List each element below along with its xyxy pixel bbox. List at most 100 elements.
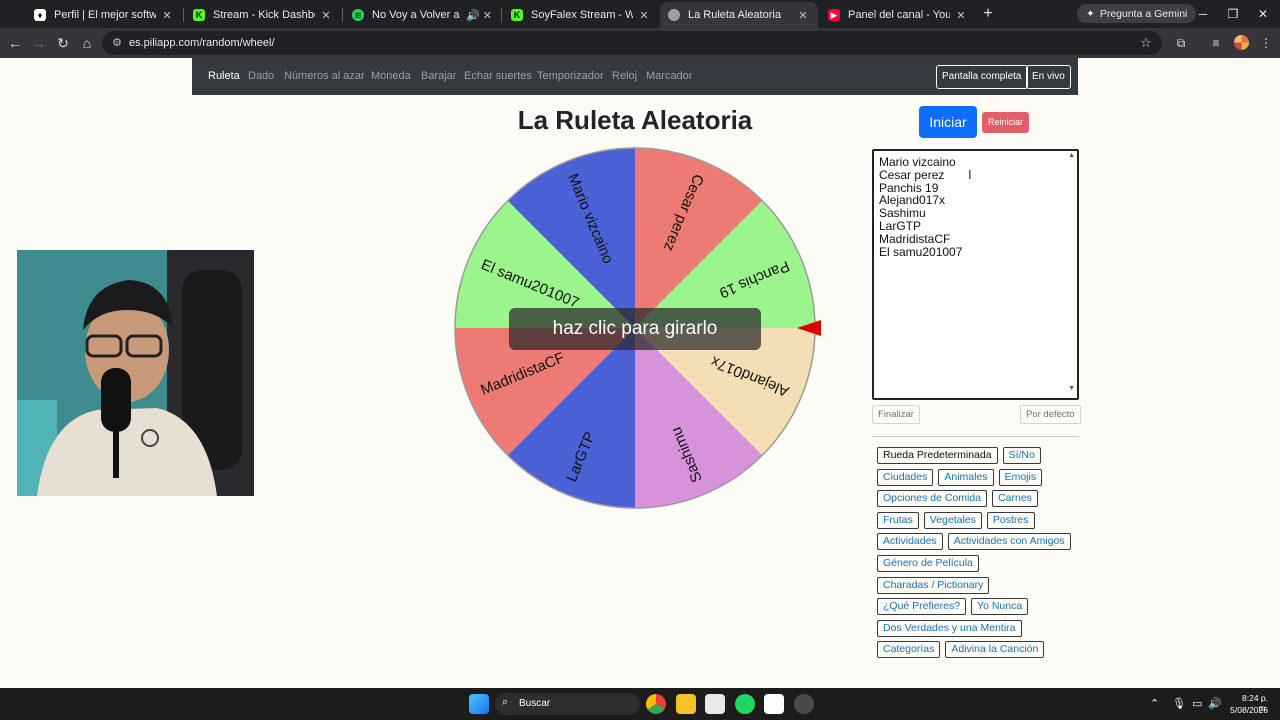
address-bar[interactable]: ⚙ es.piliapp.com/random/wheel/ ☆ — [102, 31, 1162, 55]
tab-title: SoyFalex Stream - Watch Live o — [531, 9, 633, 21]
entries-list: Mario vizcaino Cesar perez Panchis 19 Aleja… — [879, 156, 1072, 258]
tab-title: La Ruleta Aleatoria — [688, 9, 781, 21]
scroll-down-icon[interactable]: ▼ — [1068, 385, 1075, 392]
preset-button[interactable]: Vegetales — [923, 511, 982, 529]
network-icon[interactable]: ▭ — [1192, 697, 1202, 710]
preset-button[interactable]: Ciudades — [877, 468, 934, 486]
nav-ruleta[interactable]: Ruleta — [208, 70, 240, 82]
divider — [872, 436, 1079, 437]
close-tab-icon[interactable]: ✕ — [637, 9, 651, 22]
obs-icon[interactable] — [794, 694, 814, 714]
taskbar-search[interactable]: ⌕ Buscar — [495, 693, 640, 715]
nav-reloj[interactable]: Reloj — [612, 70, 637, 82]
preset-button[interactable]: Animales — [938, 468, 994, 486]
kick-favicon-icon: K — [193, 9, 205, 21]
gemini-button[interactable]: ✦ Pregunta a Gemini — [1077, 4, 1197, 23]
taskbar: ⌕ Buscar ⌃ 🎙 ▭ 🔊 8:24 p. m. 5/08/2026 — [0, 688, 1280, 720]
preset-button[interactable]: Charadas / Pictionary — [877, 576, 990, 594]
url-text[interactable]: es.piliapp.com/random/wheel/ — [129, 37, 275, 49]
profile-avatar[interactable] — [1234, 35, 1249, 50]
preset-button[interactable]: Carnes — [992, 490, 1038, 508]
preset-button[interactable]: ¿Qué Prefieres? — [877, 598, 967, 616]
browser-tab[interactable]: ≋ No Voy a Volver a Llorar • R 🔊 ✕ — [344, 2, 500, 28]
preset-button[interactable]: Actividades — [877, 533, 943, 551]
nav-moneda[interactable]: Moneda — [371, 70, 411, 82]
start-button[interactable]: Iniciar — [919, 106, 977, 138]
preset-button[interactable]: Actividades con Amigos — [947, 533, 1071, 551]
maximize-icon[interactable]: ❐ — [1220, 5, 1246, 23]
scroll-up-icon[interactable]: ▲ — [1068, 152, 1075, 159]
close-tab-icon[interactable]: ✕ — [160, 9, 174, 22]
nav-echar-suertes[interactable]: Echar suertes — [464, 70, 532, 82]
preset-button[interactable]: Género de Película — [877, 555, 979, 572]
bookmark-star-icon[interactable]: ☆ — [1140, 35, 1152, 51]
home-icon[interactable]: ⌂ — [78, 34, 96, 52]
minimize-icon[interactable]: ─ — [1190, 5, 1216, 23]
browser-tab-active[interactable]: La Ruleta Aleatoria ✕ — [660, 2, 818, 28]
close-window-icon[interactable]: ✕ — [1250, 5, 1276, 23]
live-button[interactable]: En vivo — [1026, 65, 1071, 89]
chrome-icon[interactable] — [646, 694, 666, 714]
entries-textarea[interactable]: Mario vizcaino Cesar perez Panchis 19 Aleja… — [872, 149, 1079, 400]
site-navbar: Ruleta Dado Números al azar Moneda Baraj… — [192, 58, 1078, 95]
tab-title: Panel del canal - YouTube Studi — [848, 9, 950, 21]
tab-title: Stream - Kick Dashboard — [213, 9, 315, 21]
preset-button[interactable]: Categorías — [877, 641, 941, 659]
file-explorer-icon[interactable] — [676, 694, 696, 714]
preset-button[interactable]: Frutas — [877, 511, 919, 529]
site-info-icon[interactable]: ⚙ — [110, 36, 124, 50]
nav-numeros[interactable]: Números al azar — [284, 70, 365, 82]
finish-button[interactable]: Finalizar — [872, 405, 920, 424]
browser-tab[interactable]: K SoyFalex Stream - Watch Live o ✕ — [503, 2, 659, 28]
spotify-icon[interactable] — [735, 694, 755, 714]
youtube-studio-favicon-icon: ▶ — [828, 9, 840, 21]
text-cursor-icon: I — [968, 167, 972, 182]
forward-icon[interactable]: → — [30, 34, 48, 52]
browser-tab[interactable]: K Stream - Kick Dashboard ✕ — [185, 2, 341, 28]
extensions-icon[interactable]: ⧉ — [1173, 35, 1189, 51]
reading-list-icon[interactable]: ≡ — [1208, 35, 1224, 51]
clock-date[interactable]: 5/08/2026 — [1226, 705, 1268, 715]
nav-dado[interactable]: Dado — [248, 70, 274, 82]
gemini-sparkle-icon: ✦ — [1086, 7, 1095, 20]
preset-button[interactable]: Yo Nunca — [971, 598, 1029, 616]
page-title: La Ruleta Aleatoria — [517, 105, 753, 135]
preset-button[interactable]: Sí/No — [1002, 447, 1041, 464]
preset-button[interactable]: Adivina la Canción — [945, 641, 1045, 659]
tray-chevron-icon[interactable]: ⌃ — [1150, 697, 1159, 710]
tab-title: No Voy a Volver a Llorar • R — [372, 9, 462, 21]
preset-button[interactable]: Rueda Predeterminada — [877, 447, 998, 464]
reload-icon[interactable]: ↻ — [54, 34, 72, 52]
search-label: Buscar — [519, 698, 551, 709]
volume-icon[interactable]: 🔊 — [1208, 697, 1222, 710]
microphone-icon[interactable]: 🎙 — [1172, 697, 1186, 710]
close-tab-icon[interactable]: ✕ — [319, 9, 333, 22]
preset-button[interactable]: Postres — [986, 511, 1035, 529]
reset-button[interactable]: Reiniciar — [982, 112, 1029, 133]
store-icon[interactable] — [705, 694, 725, 714]
close-tab-icon[interactable]: ✕ — [796, 9, 810, 22]
notes-icon[interactable] — [764, 694, 784, 714]
nav-marcador[interactable]: Marcador — [646, 70, 692, 82]
piliapp-favicon-icon: ♦ — [34, 9, 46, 21]
mute-and-close-icons[interactable]: 🔊 ✕ — [466, 9, 492, 22]
browser-tab[interactable]: ▶ Panel del canal - YouTube Studi ✕ — [820, 2, 976, 28]
nav-barajar[interactable]: Barajar — [421, 70, 456, 82]
wheel-favicon-icon — [668, 9, 680, 21]
browser-tab[interactable]: ♦ Perfil | El mejor software para p ✕ — [26, 2, 182, 28]
preset-button[interactable]: Dos Verdades y una Mentira — [877, 619, 1022, 637]
spotify-favicon-icon: ≋ — [352, 9, 364, 21]
default-button[interactable]: Por defecto — [1020, 405, 1081, 424]
windows-start-icon[interactable] — [469, 694, 489, 714]
back-icon[interactable]: ← — [6, 34, 24, 52]
nav-temporizador[interactable]: Temporizador — [537, 70, 604, 82]
close-tab-icon[interactable]: ✕ — [954, 9, 968, 22]
menu-icon[interactable]: ⋮ — [1258, 35, 1274, 51]
tab-title: Perfil | El mejor software para p — [54, 9, 156, 21]
kick-favicon-icon: K — [511, 9, 523, 21]
preset-button[interactable]: Emojis — [998, 468, 1043, 486]
spin-prompt[interactable]: haz clic para girarlo — [509, 308, 761, 350]
fullscreen-button[interactable]: Pantalla completa — [936, 65, 1028, 89]
preset-button[interactable]: Opciones de Comida — [877, 490, 988, 508]
new-tab-icon[interactable]: + — [980, 4, 996, 24]
